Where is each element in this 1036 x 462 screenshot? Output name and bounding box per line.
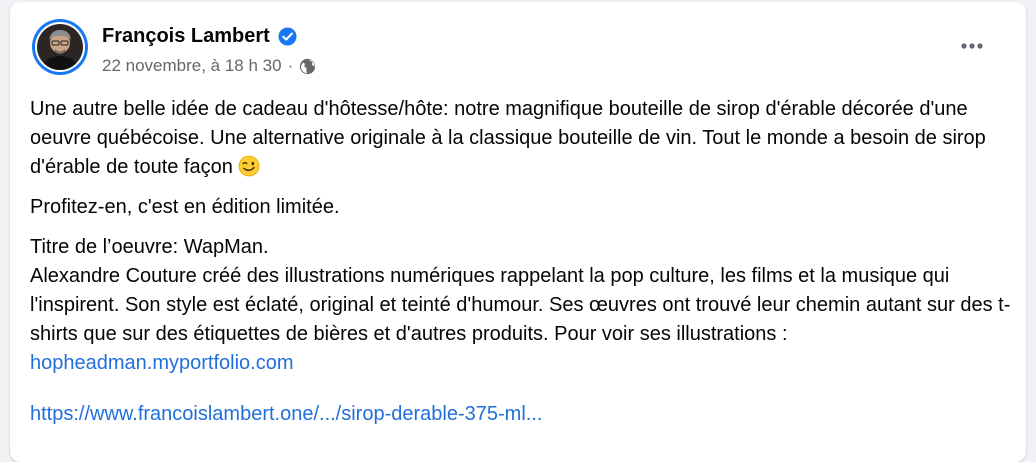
- post-paragraph-2: Profitez-en, c'est en édition limitée.: [30, 196, 340, 218]
- meta-separator: ·: [287, 56, 294, 75]
- post-meta: 22 novembre, à 18 h 30 ·: [102, 55, 316, 77]
- artwork-title: Titre de l’oeuvre: WapMan.: [30, 236, 269, 258]
- product-link[interactable]: https://www.francoislambert.one/.../siro…: [30, 403, 542, 425]
- verified-badge-icon: [278, 26, 297, 46]
- post-card: François Lambert 22 novembre, à 18 h 30 …: [10, 2, 1026, 462]
- author-line: François Lambert: [102, 22, 297, 50]
- post-timestamp[interactable]: 22 novembre, à 18 h 30: [102, 56, 282, 76]
- globe-icon[interactable]: [299, 58, 316, 75]
- product-link-line: https://www.francoislambert.one/.../siro…: [30, 400, 542, 429]
- post-paragraph-1-text: Une autre belle idée de cadeau d'hôtesse…: [30, 98, 986, 178]
- more-options-icon: [961, 43, 983, 49]
- post-text: Une autre belle idée de cadeau d'hôtesse…: [30, 95, 1020, 378]
- avatar-photo: [37, 24, 83, 70]
- avatar-ring: [35, 22, 85, 72]
- winking-face-emoji: [238, 155, 260, 177]
- portfolio-link[interactable]: hopheadman.myportfolio.com: [30, 352, 293, 374]
- post-paragraph-1: Une autre belle idée de cadeau d'hôtesse…: [30, 95, 1020, 182]
- more-options-button[interactable]: [954, 32, 990, 60]
- artist-description: Alexandre Couture créé des illustrations…: [30, 262, 1020, 378]
- avatar[interactable]: [32, 19, 88, 75]
- artist-text: Alexandre Couture créé des illustrations…: [30, 265, 1011, 345]
- author-name[interactable]: François Lambert: [102, 25, 270, 48]
